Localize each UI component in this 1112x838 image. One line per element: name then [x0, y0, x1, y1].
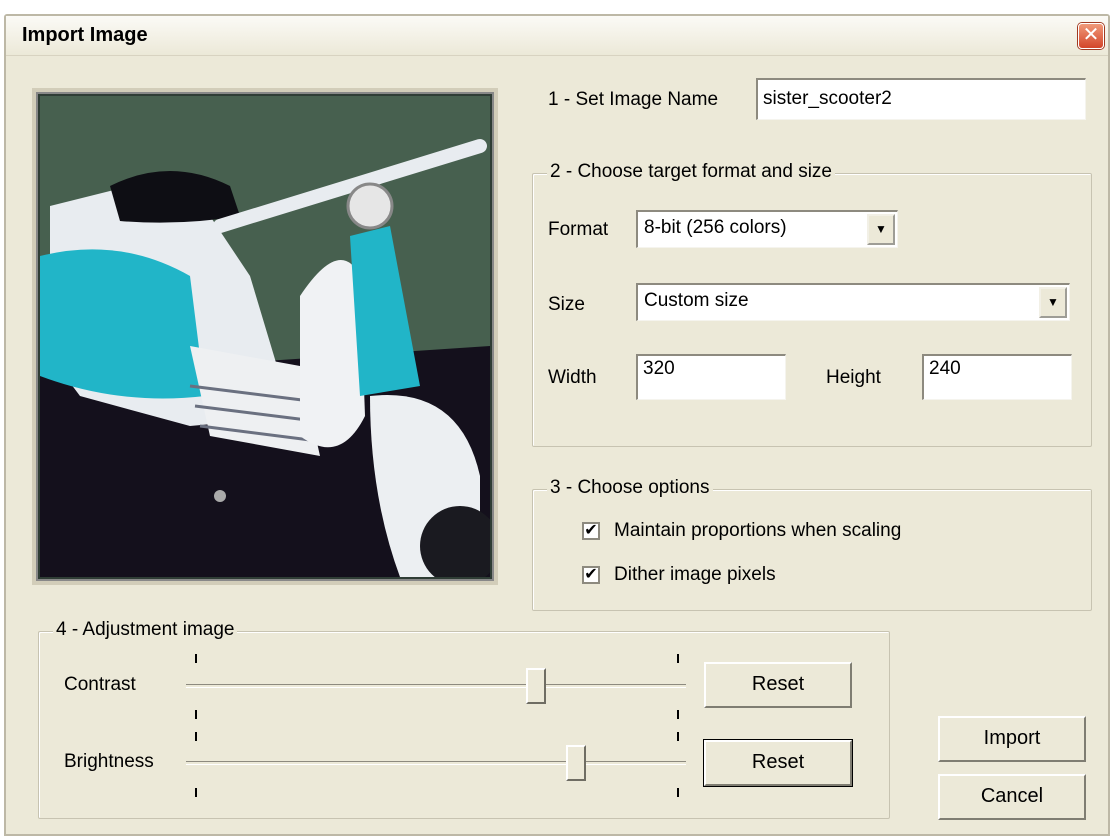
size-selected-value: Custom size [644, 290, 749, 311]
format-size-legend: 2 - Choose target format and size [547, 161, 835, 183]
brightness-reset-button[interactable]: Reset [703, 739, 853, 787]
maintain-proportions-checkbox[interactable]: ✔ [582, 522, 600, 540]
format-label: Format [548, 219, 609, 240]
options-legend: 3 - Choose options [547, 477, 713, 499]
contrast-slider-thumb[interactable] [526, 668, 546, 704]
image-preview [32, 88, 498, 585]
chevron-down-icon[interactable]: ▼ [1039, 287, 1067, 318]
contrast-slider-track[interactable] [186, 684, 686, 688]
width-input[interactable]: 320 [636, 354, 786, 400]
slider-tick [677, 654, 679, 663]
scooter-photo [40, 96, 490, 577]
cancel-button[interactable]: Cancel [938, 774, 1086, 820]
height-label: Height [826, 367, 881, 388]
close-icon[interactable]: ✕ [1078, 23, 1104, 49]
brightness-slider-track[interactable] [186, 761, 686, 765]
contrast-reset-button[interactable]: Reset [704, 662, 852, 708]
adjustment-group: 4 - Adjustment image [38, 619, 890, 819]
slider-tick [195, 710, 197, 719]
image-name-label: 1 - Set Image Name [548, 89, 719, 110]
slider-tick [677, 710, 679, 719]
title-bar[interactable]: Import Image ✕ [6, 16, 1108, 56]
maintain-proportions-label[interactable]: Maintain proportions when scaling [614, 520, 901, 542]
size-dropdown[interactable]: Custom size ▼ [636, 283, 1070, 321]
slider-tick [195, 654, 197, 663]
import-button[interactable]: Import [938, 716, 1086, 762]
slider-tick [195, 788, 197, 797]
options-group: 3 - Choose options [532, 477, 1092, 611]
slider-tick [195, 732, 197, 741]
width-label: Width [548, 367, 597, 388]
chevron-down-icon[interactable]: ▼ [867, 214, 895, 245]
dither-label[interactable]: Dither image pixels [614, 564, 776, 586]
contrast-label: Contrast [64, 674, 136, 695]
adjustment-legend: 4 - Adjustment image [53, 619, 238, 641]
brightness-label: Brightness [64, 751, 154, 772]
dither-checkbox[interactable]: ✔ [582, 566, 600, 584]
image-name-input[interactable]: sister_scooter2 [756, 78, 1086, 120]
dialog-title: Import Image [22, 24, 148, 46]
slider-tick [677, 788, 679, 797]
brightness-slider-thumb[interactable] [566, 745, 586, 781]
format-selected-value: 8-bit (256 colors) [644, 217, 787, 238]
import-image-dialog: Import Image ✕ 1 - Set Image Name sister… [4, 14, 1110, 836]
format-dropdown[interactable]: 8-bit (256 colors) ▼ [636, 210, 898, 248]
height-input[interactable]: 240 [922, 354, 1072, 400]
slider-tick [677, 732, 679, 741]
size-label: Size [548, 294, 585, 315]
